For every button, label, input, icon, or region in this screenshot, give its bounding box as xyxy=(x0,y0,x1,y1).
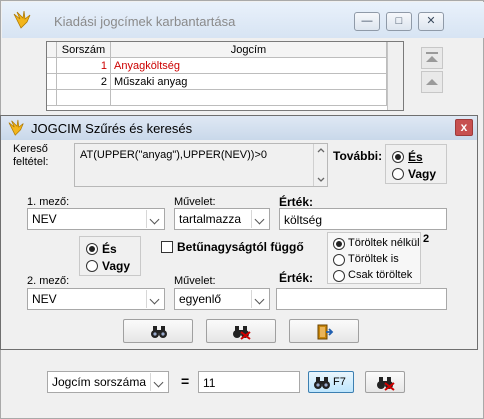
app-logo-icon xyxy=(13,10,31,29)
minimize-button[interactable]: — xyxy=(354,12,380,31)
jogcim-grid[interactable]: Sorszám Jogcím 1 Anyagköltség 2 Műszaki … xyxy=(46,41,404,111)
row-indicator xyxy=(47,74,57,90)
grid-cell-empty[interactable] xyxy=(111,90,387,106)
grid-cell-num[interactable]: 2 xyxy=(57,74,111,90)
or-label[interactable]: Vagy xyxy=(102,259,130,273)
op1-label: Művelet: xyxy=(174,196,216,208)
close-window-button[interactable]: ✕ xyxy=(418,12,444,31)
clear-filter-button[interactable] xyxy=(206,319,276,343)
field1-combo[interactable]: NEV xyxy=(27,208,165,230)
criteria-textarea[interactable]: AT(UPPER("anyag"),UPPER(NEV))>0 xyxy=(74,143,328,187)
operator-label: = xyxy=(181,373,190,389)
deleted-none-label[interactable]: Töröltek nélkül xyxy=(348,237,420,249)
filter-search-dialog: JOGCIM Szűrés és keresés x Kereső feltét… xyxy=(0,115,478,350)
grid-cell-num[interactable]: 1 xyxy=(57,58,111,74)
main-window-title: Kiadási jogcímek karbantartása xyxy=(54,14,236,29)
row-indicator xyxy=(47,90,57,106)
search-button[interactable] xyxy=(123,319,193,343)
op1-combo[interactable]: tartalmazza xyxy=(174,208,270,230)
further-or-radio[interactable] xyxy=(392,168,404,180)
deleted-also-radio[interactable] xyxy=(333,254,345,266)
scroll-arrows-icon xyxy=(317,148,325,182)
and-label[interactable]: És xyxy=(102,242,117,256)
dialog-close-button[interactable]: x xyxy=(455,119,473,136)
arrow-up-icon xyxy=(426,79,438,85)
previous-record-button[interactable] xyxy=(421,71,443,93)
grid-cell-name[interactable]: Anyagköltség xyxy=(111,58,387,74)
chevron-down-icon[interactable] xyxy=(146,210,163,228)
criteria-label-2: feltétel: xyxy=(13,156,49,168)
binoculars-cancel-icon xyxy=(233,326,251,340)
main-window-titlebar[interactable]: Kiadási jogcímek karbantartása — □ ✕ xyxy=(2,2,484,38)
case-sensitive-checkbox[interactable] xyxy=(161,241,173,253)
chevron-down-icon[interactable] xyxy=(251,210,268,228)
deleted-only-radio[interactable] xyxy=(333,270,345,282)
deleted-also-label[interactable]: Töröltek is xyxy=(348,253,399,265)
value1-input[interactable]: költség xyxy=(279,208,447,230)
further-and-radio[interactable] xyxy=(392,151,404,163)
exit-button[interactable] xyxy=(289,319,359,343)
field2-label: 2. mező: xyxy=(27,275,70,287)
further-logic-group: És Vagy xyxy=(385,144,447,184)
search-field-combo[interactable]: Jogcím sorszáma xyxy=(47,371,169,393)
deleted-none-radio[interactable] xyxy=(333,238,345,250)
grid-scrollbar[interactable] xyxy=(387,42,403,110)
further-label: További: xyxy=(333,149,383,163)
chevron-down-icon[interactable] xyxy=(150,373,167,391)
grid-corner xyxy=(47,42,57,58)
deleted-filter-group: Töröltek nélkül Töröltek is Csak törölte… xyxy=(327,232,421,284)
binoculars-cancel-icon xyxy=(377,377,395,391)
chevron-down-icon[interactable] xyxy=(251,290,268,308)
chevron-down-icon[interactable] xyxy=(146,290,163,308)
column-header-sorszam[interactable]: Sorszám xyxy=(57,42,111,58)
search-clear-button[interactable] xyxy=(365,371,405,393)
op2-label: Művelet: xyxy=(174,275,216,287)
dialog-title: JOGCIM Szűrés és keresés xyxy=(31,121,193,136)
binoculars-icon xyxy=(151,326,167,338)
value1-label: Érték: xyxy=(279,195,314,209)
column-header-jogcim[interactable]: Jogcím xyxy=(111,42,387,58)
further-or-label[interactable]: Vagy xyxy=(408,167,436,181)
criteria-text: AT(UPPER("anyag"),UPPER(NEV))>0 xyxy=(80,149,268,161)
deleted-count: 2 xyxy=(423,233,430,245)
value2-input[interactable] xyxy=(276,288,447,310)
row-indicator xyxy=(47,58,57,74)
field1-label: 1. mező: xyxy=(27,196,70,208)
first-record-button[interactable] xyxy=(421,47,443,69)
f7-label: F7 xyxy=(333,376,346,388)
dialog-titlebar[interactable]: JOGCIM Szűrés és keresés x xyxy=(1,116,477,140)
value2-label: Érték: xyxy=(279,271,314,285)
maximize-button[interactable]: □ xyxy=(386,12,412,31)
or-radio[interactable] xyxy=(86,260,98,272)
deleted-only-label[interactable]: Csak töröltek xyxy=(348,269,412,281)
further-and-label[interactable]: És xyxy=(408,150,423,164)
search-f7-button[interactable]: F7 xyxy=(308,371,354,393)
and-radio[interactable] xyxy=(86,243,98,255)
app-logo-icon xyxy=(8,119,24,136)
binoculars-icon xyxy=(314,377,330,389)
criteria-label-1: Kereső xyxy=(13,143,48,155)
case-sensitive-label[interactable]: Betűnagyságtól függő xyxy=(177,240,304,254)
logic-group: És Vagy xyxy=(79,236,141,276)
grid-cell-name[interactable]: Műszaki anyag xyxy=(111,74,387,90)
search-value-input[interactable]: 11 xyxy=(198,371,300,393)
arrow-top-icon xyxy=(426,52,438,62)
field2-combo[interactable]: NEV xyxy=(27,288,165,310)
exit-door-icon xyxy=(317,324,334,340)
grid-cell-empty[interactable] xyxy=(57,90,111,106)
criteria-scrollbar[interactable] xyxy=(313,144,327,186)
op2-combo[interactable]: egyenlő xyxy=(174,288,270,310)
